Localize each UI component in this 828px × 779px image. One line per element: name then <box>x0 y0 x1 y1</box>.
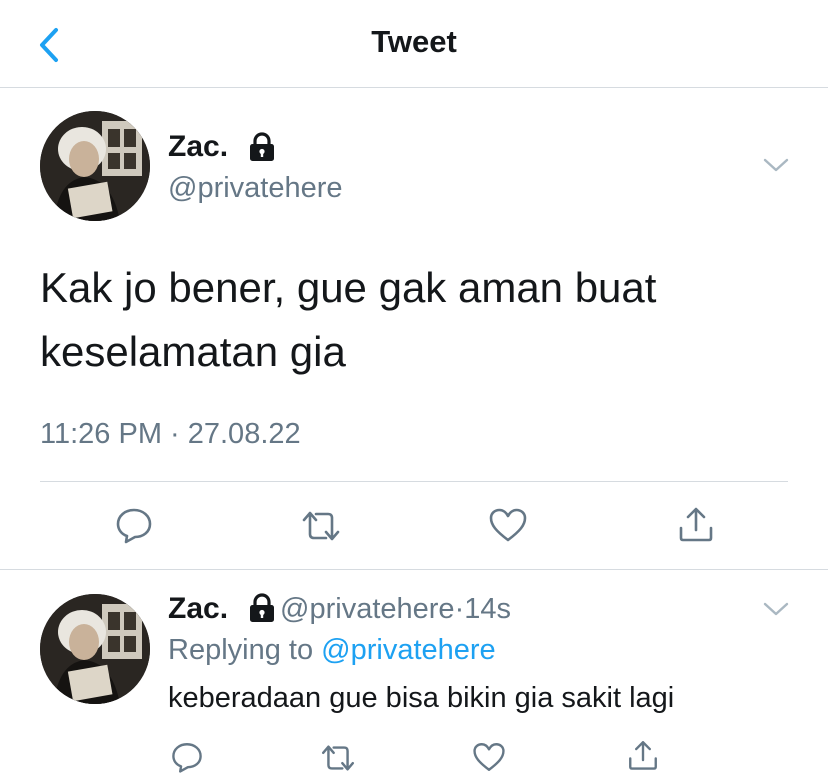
retweet-button[interactable] <box>298 508 344 549</box>
reply-text: keberadaan gue bisa bikin gia sakit lagi <box>168 682 675 714</box>
like-icon <box>473 743 505 771</box>
reply-handle[interactable]: @privatehere <box>280 593 455 625</box>
lock-icon <box>250 132 274 161</box>
page-title: Tweet <box>371 24 457 59</box>
separator-dot: · <box>454 593 465 625</box>
reply-button[interactable] <box>114 506 154 549</box>
retweet-button[interactable] <box>318 742 358 779</box>
retweet-icon <box>322 745 354 771</box>
replying-to: Replying to @privatehere <box>168 634 496 667</box>
reply-display-name[interactable]: Zac. <box>168 592 228 625</box>
like-button[interactable] <box>472 740 506 779</box>
divider <box>40 481 788 482</box>
share-button[interactable] <box>676 504 716 549</box>
reply-icon <box>172 743 202 773</box>
reply-icon <box>116 508 152 544</box>
avatar[interactable] <box>40 111 150 221</box>
section-divider <box>0 569 828 570</box>
reply-button[interactable] <box>170 740 204 779</box>
author-display-name[interactable]: Zac. <box>168 130 228 164</box>
tweet-text-line: keselamatan gia <box>40 328 346 375</box>
tweet-text: Kak jo bener, gue gak aman buat keselama… <box>40 256 800 384</box>
share-icon <box>679 507 713 542</box>
share-button[interactable] <box>626 738 660 777</box>
replying-to-mention[interactable]: @privatehere <box>321 634 496 666</box>
like-icon <box>489 508 527 542</box>
reply-header: Zac. @privatehere·14s <box>168 592 511 626</box>
avatar[interactable] <box>40 594 150 704</box>
author-handle[interactable]: @privatehere <box>168 172 343 205</box>
chevron-down-icon[interactable] <box>762 600 790 618</box>
like-button[interactable] <box>488 506 528 549</box>
nav-header: Tweet <box>0 0 828 88</box>
retweet-icon <box>302 511 340 541</box>
lock-icon <box>250 593 274 622</box>
share-icon <box>629 741 657 770</box>
chevron-down-icon[interactable] <box>762 156 790 174</box>
tweet-text-line: Kak jo bener, gue gak aman buat <box>40 264 657 311</box>
replying-prefix: Replying to <box>168 634 322 666</box>
reply-time: 14s <box>464 593 511 625</box>
tweet-timestamp: 11:26 PM · 27.08.22 <box>40 418 301 450</box>
